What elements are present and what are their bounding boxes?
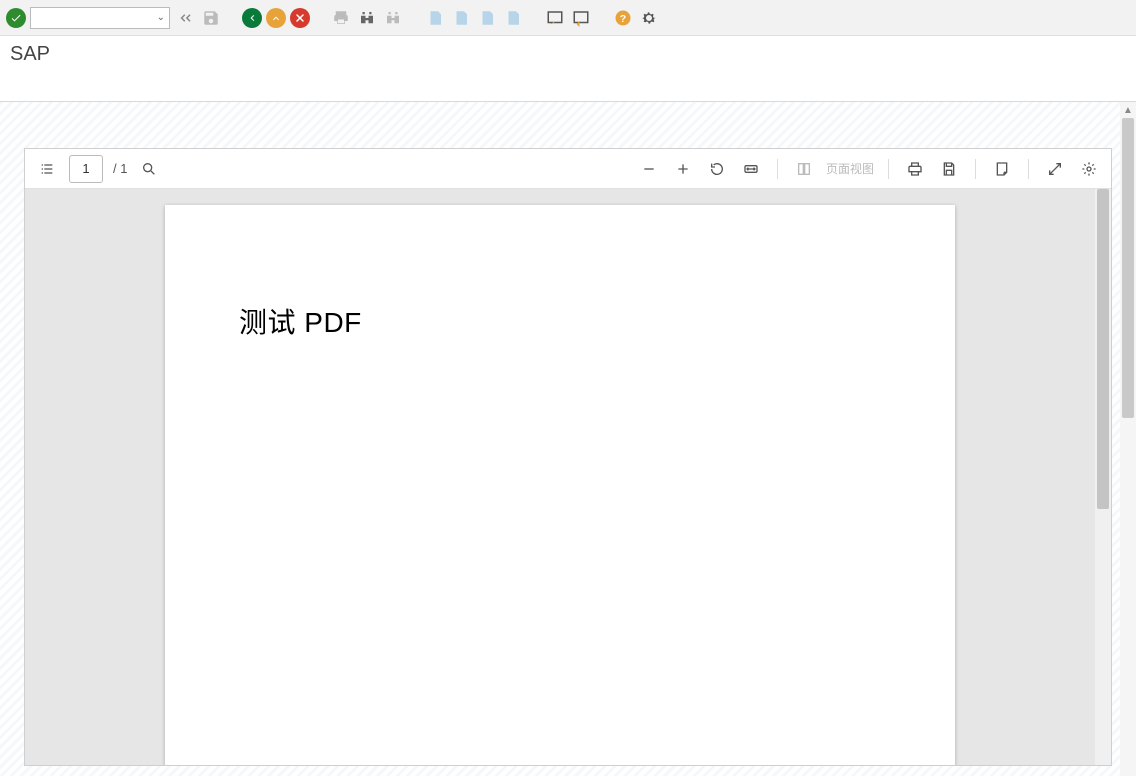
fit-width-button[interactable] xyxy=(739,157,763,181)
document-heading: 测试 PDF xyxy=(239,301,881,341)
page-view-button xyxy=(792,157,816,181)
scrollbar-thumb[interactable] xyxy=(1097,189,1109,509)
zoom-in-button[interactable] xyxy=(671,157,695,181)
find-next-button[interactable] xyxy=(382,7,404,29)
save-button[interactable] xyxy=(200,7,222,29)
history-back-button[interactable] xyxy=(174,7,196,29)
outer-scrollbar[interactable]: ▲ xyxy=(1120,102,1136,776)
pdf-print-button[interactable] xyxy=(903,157,927,181)
pdf-canvas-area[interactable]: 测试 PDF xyxy=(25,189,1095,765)
rotate-button[interactable] xyxy=(705,157,729,181)
chevron-left-icon xyxy=(246,12,258,24)
double-chevron-left-icon xyxy=(176,9,194,27)
annotate-button[interactable] xyxy=(990,157,1014,181)
pdf-settings-button[interactable] xyxy=(1077,157,1101,181)
exit-button[interactable] xyxy=(266,8,286,28)
page-prev-icon xyxy=(452,9,470,27)
gear-icon xyxy=(640,9,658,27)
binoculars-icon xyxy=(358,9,376,27)
help-button[interactable]: ? xyxy=(612,7,634,29)
scrollbar-thumb[interactable] xyxy=(1122,118,1134,418)
find-button[interactable] xyxy=(356,7,378,29)
search-icon xyxy=(141,161,157,177)
local-layout-button[interactable] xyxy=(638,7,660,29)
print-icon xyxy=(907,161,923,177)
back-button[interactable] xyxy=(242,8,262,28)
separator xyxy=(777,159,778,179)
cancel-button[interactable] xyxy=(290,8,310,28)
separator xyxy=(888,159,889,179)
next-page-button[interactable] xyxy=(476,7,498,29)
sidebar-toggle-button[interactable] xyxy=(35,157,59,181)
sap-application-toolbar xyxy=(0,72,1136,102)
sap-title-bar: SAP xyxy=(0,36,1136,72)
page-layout-icon xyxy=(796,161,812,177)
plus-icon xyxy=(675,161,691,177)
app-title: SAP xyxy=(10,43,50,66)
scroll-up-arrow[interactable]: ▲ xyxy=(1120,102,1136,118)
window-star-icon xyxy=(546,9,564,27)
fullscreen-button[interactable] xyxy=(1043,157,1067,181)
save-icon xyxy=(202,9,220,27)
pdf-toolbar: / 1 xyxy=(25,149,1111,189)
chevron-down-icon: ⌄ xyxy=(157,12,165,23)
minus-icon xyxy=(641,161,657,177)
separator xyxy=(975,159,976,179)
zoom-out-button[interactable] xyxy=(637,157,661,181)
svg-text:?: ? xyxy=(620,12,626,24)
first-page-button[interactable] xyxy=(424,7,446,29)
page-view-label: 页面视图 xyxy=(826,160,874,177)
page-next-icon xyxy=(478,9,496,27)
outline-icon xyxy=(39,161,55,177)
sap-system-toolbar: ⌄ ? xyxy=(0,0,1136,36)
command-field[interactable]: ⌄ xyxy=(30,7,170,29)
pdf-page: 测试 PDF xyxy=(165,205,955,765)
save-icon xyxy=(941,161,957,177)
gear-icon xyxy=(1081,161,1097,177)
page-first-icon xyxy=(426,9,444,27)
pdf-save-button[interactable] xyxy=(937,157,961,181)
rotate-icon xyxy=(709,161,725,177)
layout-button[interactable] xyxy=(570,7,592,29)
window-arrow-icon xyxy=(572,9,590,27)
close-icon xyxy=(294,12,306,24)
binoculars-plus-icon xyxy=(384,9,402,27)
prev-page-button[interactable] xyxy=(450,7,472,29)
work-area: / 1 xyxy=(0,102,1136,776)
page-last-icon xyxy=(504,9,522,27)
print-button[interactable] xyxy=(330,7,352,29)
check-icon xyxy=(10,12,22,24)
pdf-scrollbar[interactable] xyxy=(1095,189,1111,765)
help-icon: ? xyxy=(614,9,632,27)
note-icon xyxy=(994,161,1010,177)
chevron-up-icon xyxy=(270,12,282,24)
page-number-input[interactable] xyxy=(69,155,103,183)
page-total-label: / 1 xyxy=(113,161,127,176)
find-in-pdf-button[interactable] xyxy=(137,157,161,181)
last-page-button[interactable] xyxy=(502,7,524,29)
separator xyxy=(1028,159,1029,179)
pdf-viewer-panel: / 1 xyxy=(24,148,1112,766)
expand-icon xyxy=(1047,161,1063,177)
enter-button[interactable] xyxy=(6,8,26,28)
fit-width-icon xyxy=(743,161,759,177)
print-icon xyxy=(332,9,350,27)
new-session-button[interactable] xyxy=(544,7,566,29)
